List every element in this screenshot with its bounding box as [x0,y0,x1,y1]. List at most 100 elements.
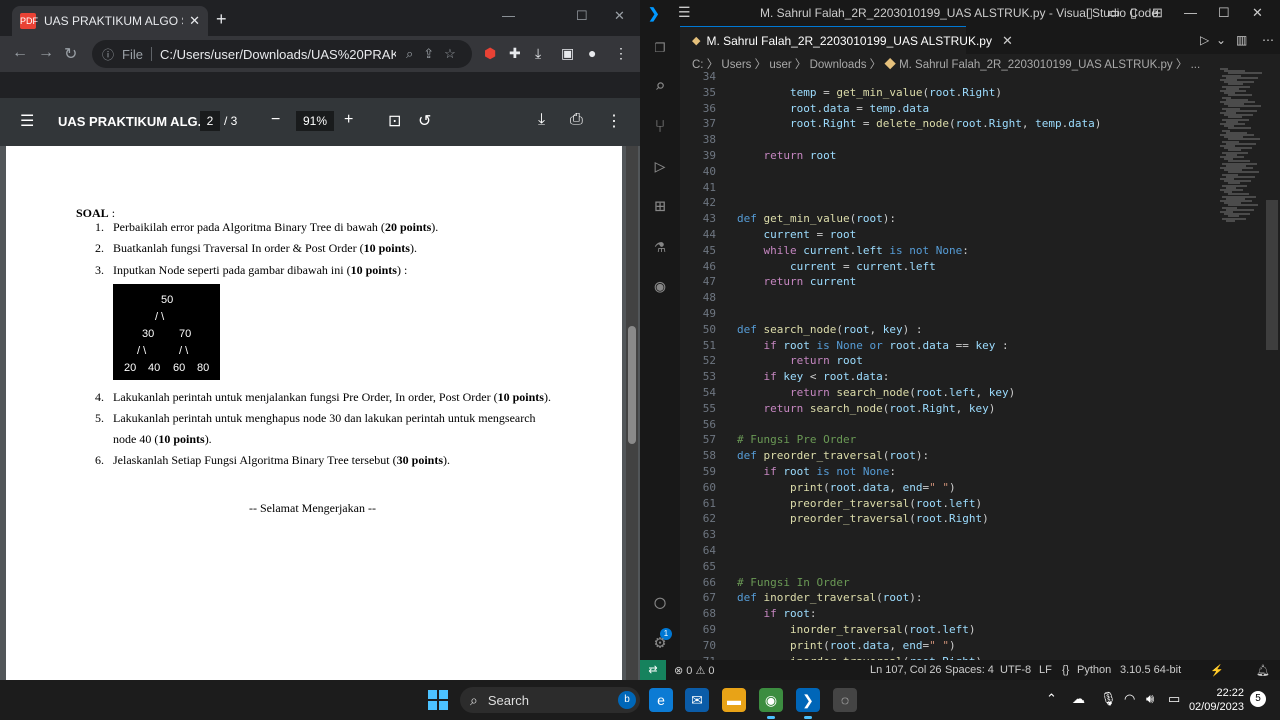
cursor-position[interactable]: Ln 107, Col 26 [870,664,942,676]
back-icon[interactable]: ← [12,44,28,62]
page-number-input[interactable]: 2 [200,111,220,131]
pdf-more-icon[interactable]: ⋮ [606,111,622,131]
download-icon[interactable]: ⤓ [535,45,541,62]
battery-icon[interactable]: ▭ [1168,691,1180,707]
feedback-icon[interactable]: ⚡ [1210,664,1224,677]
share-icon[interactable]: ⇪ [423,46,434,62]
run-debug-icon[interactable]: ▷ [650,156,670,177]
pdf-download-icon[interactable]: ⤓ [538,111,545,129]
profile-avatar[interactable]: ● [588,45,596,61]
minimize-icon[interactable]: — [502,8,515,23]
python-interpreter[interactable]: 3.10.5 64-bit [1120,664,1181,676]
bing-icon[interactable]: b [618,691,636,709]
maximize-icon[interactable]: ☐ [576,8,588,24]
editor-scrollbar[interactable] [1266,200,1278,350]
code-line[interactable]: if key < root.data: [737,370,890,383]
side-panel-icon[interactable]: ▣ [561,45,574,62]
maximize-icon[interactable]: ☐ [1218,5,1230,21]
code-line[interactable]: return root [737,354,863,367]
code-line[interactable]: return root [737,149,837,162]
url-text[interactable]: C:/Users/user/Downloads/UAS%20PRAKTIKUM%… [160,47,396,62]
search-icon[interactable]: ⌕ [650,76,670,97]
testing-icon[interactable]: ⚗ [650,236,670,257]
indentation[interactable]: Spaces: 4 [945,664,994,676]
reload-icon[interactable]: ↻ [64,44,77,64]
rotate-icon[interactable]: ↺ [418,111,431,131]
close-window-icon[interactable]: ✕ [1252,5,1263,21]
edge-icon[interactable]: e [649,688,673,712]
new-tab-icon[interactable]: + [216,10,227,28]
code-line[interactable]: # Fungsi In Order [737,576,850,589]
code-editor[interactable]: 34 35 temp = get_min_value(root.Right) 36 … [680,68,1220,660]
accounts-icon[interactable]: ◯ [650,592,670,613]
taskbar-search[interactable]: ⌕ Search b [460,687,640,713]
language-mode[interactable]: Python [1077,664,1111,676]
code-line[interactable]: if root: [737,607,817,620]
notifications-bell-icon[interactable]: 🔔︎ [1256,664,1270,677]
zoom-out-icon[interactable]: − [271,111,280,129]
file-explorer-icon[interactable]: ▬ [722,688,746,712]
volume-icon[interactable]: 🔊︎ [1146,691,1154,707]
code-line[interactable]: preorder_traversal(root.left) [737,497,982,510]
code-line[interactable]: root.Right = delete_node(root.Right, tem… [737,117,1101,130]
encoding[interactable]: UTF-8 [1000,664,1031,676]
explorer-icon[interactable]: ❐ [650,36,670,57]
split-editor-icon[interactable]: ▥ [1236,33,1247,47]
cloud-icon[interactable]: ☁ [1072,691,1085,707]
microphone-icon[interactable]: 🎙︎ [1100,691,1117,707]
end-of-line[interactable]: LF [1039,664,1052,676]
code-line[interactable]: return search_node(root.left, key) [737,386,1015,399]
system-clock[interactable]: 22:22 02/09/2023 [1188,686,1244,714]
chrome-app-icon[interactable]: ◉ [759,688,783,719]
fit-page-icon[interactable]: ⊡ [388,111,401,131]
chrome-menu-icon[interactable]: ⋮ [614,45,628,62]
wifi-icon[interactable]: ◠ [1124,691,1135,707]
toggle-panel-icon[interactable]: ▭ [1108,5,1120,21]
minimap[interactable] [1216,68,1268,228]
code-line[interactable]: current = root [737,228,857,241]
close-tab-icon[interactable]: ✕ [1002,33,1013,49]
address-bar[interactable]: ⓘ File C:/Users/user/Downloads/UAS%20PRA… [92,40,472,68]
vscode-app-icon[interactable]: ❯ [796,688,820,719]
browser-tab[interactable]: PDF UAS PRAKTIKUM ALGO STRUKDAT ✕ [12,6,208,36]
pdf-scrollbar[interactable] [626,146,638,680]
code-line[interactable]: temp = get_min_value(root.Right) [737,86,1002,99]
problems-indicator[interactable]: ⊗ 0 ⚠ 0 [674,664,715,677]
editor-more-icon[interactable]: ⋯ [1262,33,1274,47]
hamburger-menu-icon[interactable]: ☰ [678,4,691,21]
code-line[interactable]: def inorder_traversal(root): [737,591,922,604]
notification-badge[interactable]: 5 [1250,691,1266,707]
bookmark-star-icon[interactable]: ☆ [444,46,456,62]
zoom-input[interactable]: 91% [296,111,334,131]
extensions-icon[interactable]: ⊞ [650,196,670,217]
code-line[interactable]: print(root.data, end=" ") [737,639,956,652]
code-line[interactable]: while current.left is not None: [737,244,969,257]
editor-tab-active[interactable]: ◆ M. Sahrul Falah_2R_2203010199_UAS ALST… [680,26,1013,54]
tray-overflow-icon[interactable]: ⌃ [1046,691,1057,707]
app-icon[interactable]: ◌ [833,688,857,712]
print-icon[interactable]: ⎙ [570,111,583,129]
code-line[interactable]: current = current.left [737,260,936,273]
code-line[interactable]: inorder_traversal(root.left) [737,623,975,636]
code-line[interactable]: def get_min_value(root): [737,212,896,225]
close-window-icon[interactable]: ✕ [614,8,625,24]
code-line[interactable]: return search_node(root.Right, key) [737,402,996,415]
extension-shield-icon[interactable]: ⬢ [484,45,496,62]
zoom-search-icon[interactable]: ⌕ [406,46,413,62]
code-line[interactable]: def search_node(root, key) : [737,323,922,336]
source-control-icon[interactable]: ⑂ [650,116,670,137]
toggle-secondary-sidebar-icon[interactable]: ▯ [1130,5,1137,21]
manage-gear-icon[interactable]: ⚙ [650,632,670,653]
minimize-icon[interactable]: — [1184,5,1197,20]
site-info-icon[interactable]: ⓘ [102,46,114,63]
run-dropdown-icon[interactable]: ⌄ [1216,33,1226,47]
code-line[interactable]: if root is None or root.data == key : [737,339,1009,352]
mail-icon[interactable]: ✉ [685,688,709,712]
extensions-puzzle-icon[interactable]: ✚ [509,45,521,62]
code-line[interactable]: if root is not None: [737,465,897,478]
code-line[interactable]: def preorder_traversal(root): [737,449,929,462]
code-line[interactable]: # Fungsi Pre Order [737,433,856,446]
start-button[interactable] [428,690,448,710]
customize-layout-icon[interactable]: ⊞ [1152,5,1163,21]
close-tab-icon[interactable]: ✕ [189,13,200,29]
